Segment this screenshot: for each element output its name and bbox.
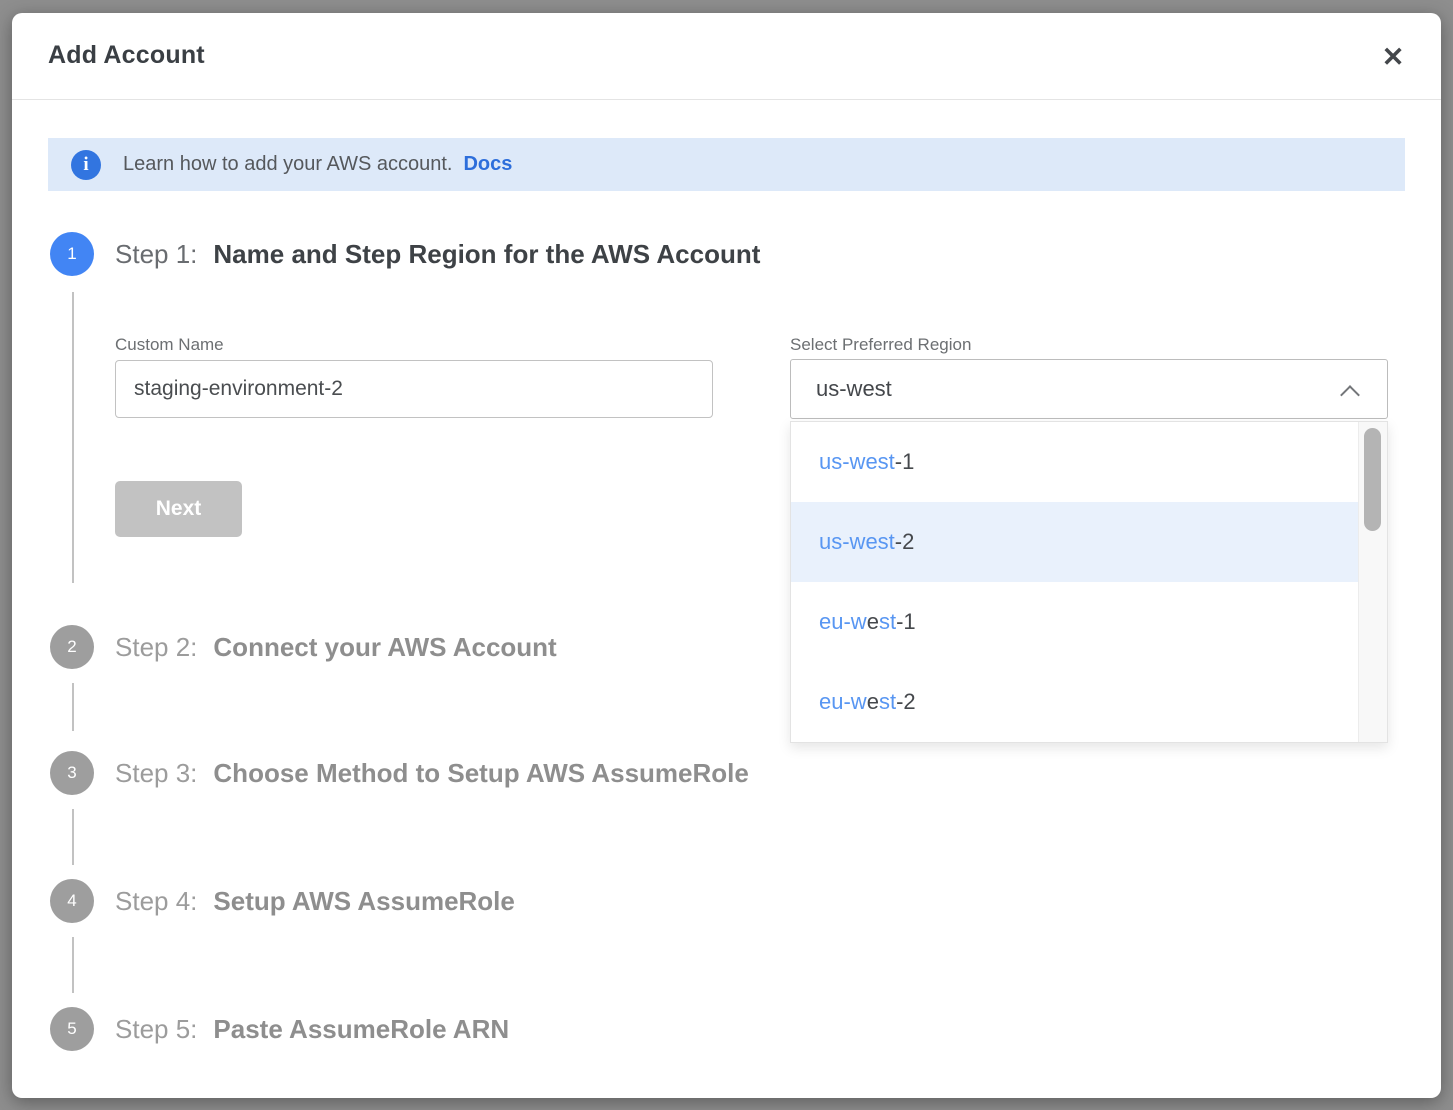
option-match-text: st xyxy=(879,609,896,635)
step-1-prefix: Step 1: xyxy=(115,239,197,270)
option-plain-text: e xyxy=(867,689,879,715)
step-4-title: Setup AWS AssumeRole xyxy=(213,886,514,917)
step-3-prefix: Step 3: xyxy=(115,758,197,789)
region-dropdown: us-west-1 us-west-2 eu-west-1 eu-west-2 xyxy=(790,421,1388,743)
step-2-header: Step 2: Connect your AWS Account xyxy=(115,630,557,664)
dropdown-scrollbar-track[interactable] xyxy=(1358,422,1387,742)
step-5-indicator: 5 xyxy=(50,1007,94,1051)
option-match-text: eu-w xyxy=(819,689,867,715)
info-banner: i Learn how to add your AWS account. Doc… xyxy=(48,138,1405,191)
option-match-text: eu-w xyxy=(819,609,867,635)
step-2-indicator: 2 xyxy=(50,625,94,669)
step-5-number: 5 xyxy=(67,1019,76,1039)
step-3-header: Step 3: Choose Method to Setup AWS Assum… xyxy=(115,756,749,790)
step-4-number: 4 xyxy=(67,891,76,911)
option-plain-text: -1 xyxy=(896,609,916,635)
dropdown-scrollbar-thumb[interactable] xyxy=(1364,428,1381,531)
modal-title: Add Account xyxy=(48,41,205,70)
option-match-text: st xyxy=(879,689,896,715)
region-option-us-west-1[interactable]: us-west-1 xyxy=(791,422,1387,502)
step-1-number: 1 xyxy=(67,244,76,264)
option-plain-text: -2 xyxy=(895,529,915,555)
option-plain-text: -2 xyxy=(896,689,916,715)
step-2-prefix: Step 2: xyxy=(115,632,197,663)
option-plain-text: -1 xyxy=(895,449,915,475)
option-match-text: us-west xyxy=(819,529,895,555)
info-icon: i xyxy=(71,150,101,180)
banner-text: Learn how to add your AWS account. xyxy=(123,153,452,176)
step-1-indicator: 1 xyxy=(50,232,94,276)
step-connector xyxy=(72,809,74,865)
step-3-number: 3 xyxy=(67,763,76,783)
step-4-header: Step 4: Setup AWS AssumeRole xyxy=(115,884,515,918)
step-1-title: Name and Step Region for the AWS Account xyxy=(213,239,760,270)
option-match-text: us-west xyxy=(819,449,895,475)
docs-link[interactable]: Docs xyxy=(463,153,512,176)
region-select-value: us-west xyxy=(816,376,892,402)
custom-name-input[interactable] xyxy=(115,360,713,418)
step-2-title: Connect your AWS Account xyxy=(213,632,556,663)
step-2-number: 2 xyxy=(67,637,76,657)
step-3-title: Choose Method to Setup AWS AssumeRole xyxy=(213,758,748,789)
custom-name-label: Custom Name xyxy=(115,335,224,355)
close-button[interactable]: ✕ xyxy=(1375,39,1411,75)
close-icon: ✕ xyxy=(1382,42,1405,72)
step-5-title: Paste AssumeRole ARN xyxy=(213,1014,509,1045)
region-option-us-west-2[interactable]: us-west-2 xyxy=(791,502,1387,582)
region-select[interactable]: us-west xyxy=(790,359,1388,419)
region-option-eu-west-2[interactable]: eu-west-2 xyxy=(791,662,1387,742)
step-5-header: Step 5: Paste AssumeRole ARN xyxy=(115,1012,509,1046)
add-account-modal: Add Account ✕ i Learn how to add your AW… xyxy=(12,13,1441,1098)
chevron-up-icon xyxy=(1343,384,1359,400)
step-connector xyxy=(72,292,74,583)
next-button[interactable]: Next xyxy=(115,481,242,537)
step-1-header: Step 1: Name and Step Region for the AWS… xyxy=(115,237,760,271)
region-label: Select Preferred Region xyxy=(790,335,971,355)
step-3-indicator: 3 xyxy=(50,751,94,795)
step-5-prefix: Step 5: xyxy=(115,1014,197,1045)
modal-header: Add Account ✕ xyxy=(12,13,1441,100)
next-button-label: Next xyxy=(156,497,202,520)
step-4-prefix: Step 4: xyxy=(115,886,197,917)
region-option-eu-west-1[interactable]: eu-west-1 xyxy=(791,582,1387,662)
option-plain-text: e xyxy=(867,609,879,635)
step-connector xyxy=(72,937,74,993)
step-connector xyxy=(72,683,74,731)
step-4-indicator: 4 xyxy=(50,879,94,923)
